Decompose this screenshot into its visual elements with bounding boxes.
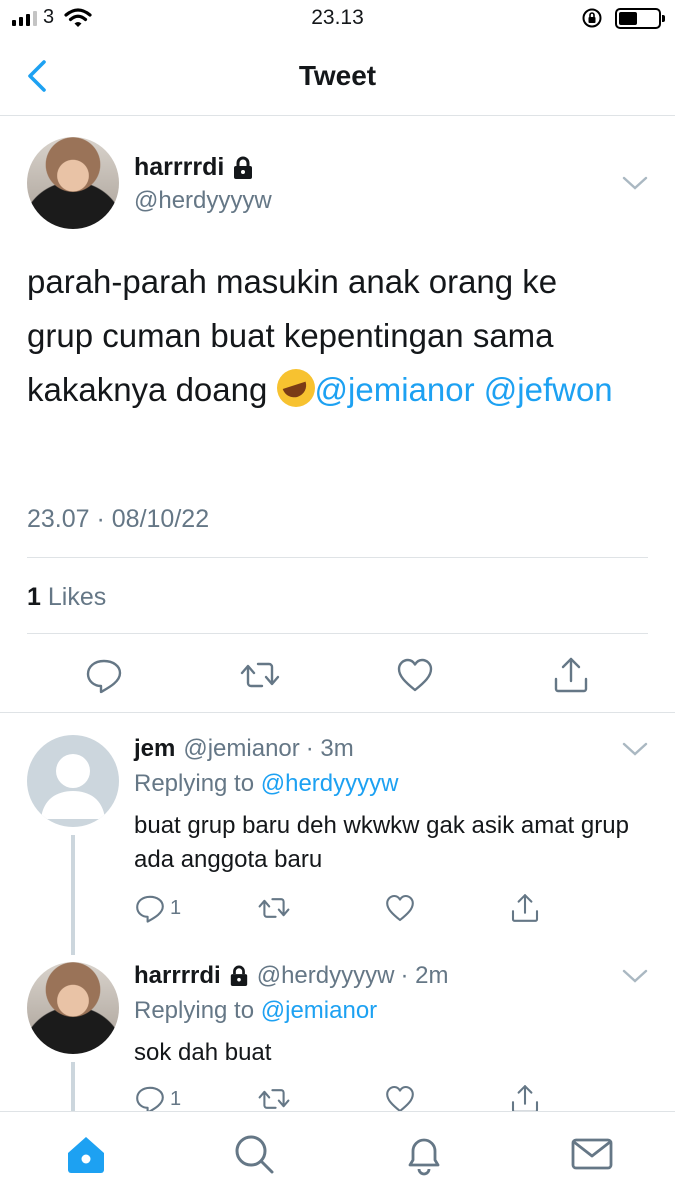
retweet-icon[interactable] (258, 891, 290, 925)
orientation-lock-icon (582, 8, 602, 28)
likes-number: 1 (27, 583, 41, 611)
thread-line (71, 835, 75, 955)
search-icon[interactable] (232, 1132, 276, 1176)
rolling-on-floor-laughing-emoji-icon (276, 369, 315, 407)
reply-time: · 3m (305, 735, 354, 762)
lock-icon (234, 156, 253, 179)
lock-icon (230, 965, 247, 986)
home-icon[interactable] (64, 1132, 108, 1176)
tweet-text: parah-parah masukin anak orang ke grup c… (27, 255, 627, 417)
replying-prefix: Replying to (134, 770, 255, 797)
avatar[interactable] (27, 735, 119, 827)
retweet-icon[interactable] (240, 655, 280, 695)
page-title: Tweet (298, 60, 377, 91)
reply-count: 1 (170, 896, 182, 919)
heart-icon[interactable] (384, 891, 416, 925)
display-name[interactable]: jem (134, 735, 175, 763)
chevron-down-icon[interactable] (622, 968, 648, 984)
avatar[interactable] (27, 137, 119, 229)
share-icon[interactable] (509, 891, 541, 925)
handle[interactable]: @jemianor (183, 735, 299, 763)
mention-link[interactable]: @jefwon (484, 371, 613, 408)
likes-label: Likes (47, 583, 107, 611)
display-name[interactable]: harrrrdi (134, 153, 224, 182)
likes-count[interactable]: 1 Likes (27, 583, 106, 612)
thread-line (71, 1062, 75, 1112)
nav-bar: Tweet (0, 40, 675, 116)
reply-actions: 1 (134, 891, 554, 927)
replying-prefix: Replying to (134, 997, 255, 1024)
reply-text: sok dah buat (134, 1039, 272, 1066)
mention-link[interactable]: @jemianor (315, 371, 475, 408)
status-bar: 3 23.13 (0, 0, 675, 40)
replying-to-link[interactable]: @herdyyyyw (261, 770, 399, 797)
display-name[interactable]: harrrrdi (134, 962, 221, 990)
handle[interactable]: @herdyyyyw (134, 187, 272, 215)
chevron-down-icon[interactable] (622, 175, 648, 191)
share-icon[interactable] (551, 655, 591, 695)
battery-icon (615, 7, 665, 29)
replying-to: Replying to @jemianor (134, 997, 377, 1025)
heart-icon[interactable] (395, 655, 435, 695)
tweet-timestamp: 23.07 · 08/10/22 (27, 505, 210, 533)
tweet-actions (0, 647, 675, 707)
reply-text: buat grup baru deh wkwkw gak asik amat g… (134, 812, 629, 873)
avatar[interactable] (27, 962, 119, 1054)
chevron-down-icon[interactable] (622, 741, 648, 757)
status-time: 23.13 (311, 6, 364, 29)
section-divider (0, 712, 675, 713)
mail-icon[interactable] (570, 1132, 614, 1176)
bell-icon[interactable] (402, 1132, 446, 1176)
divider (27, 633, 648, 634)
divider (27, 557, 648, 558)
reply-count: 1 (170, 1087, 182, 1110)
reply-button[interactable]: 1 (134, 891, 181, 925)
replying-to-link[interactable]: @jemianor (261, 997, 377, 1024)
default-profile-icon (41, 754, 105, 819)
tab-bar (0, 1111, 675, 1200)
handle[interactable]: @herdyyyyw (257, 962, 395, 990)
reply-icon[interactable] (84, 655, 124, 695)
replying-to: Replying to @herdyyyyw (134, 770, 398, 798)
reply-icon (136, 895, 164, 923)
reply-time: · 2m (400, 962, 449, 989)
